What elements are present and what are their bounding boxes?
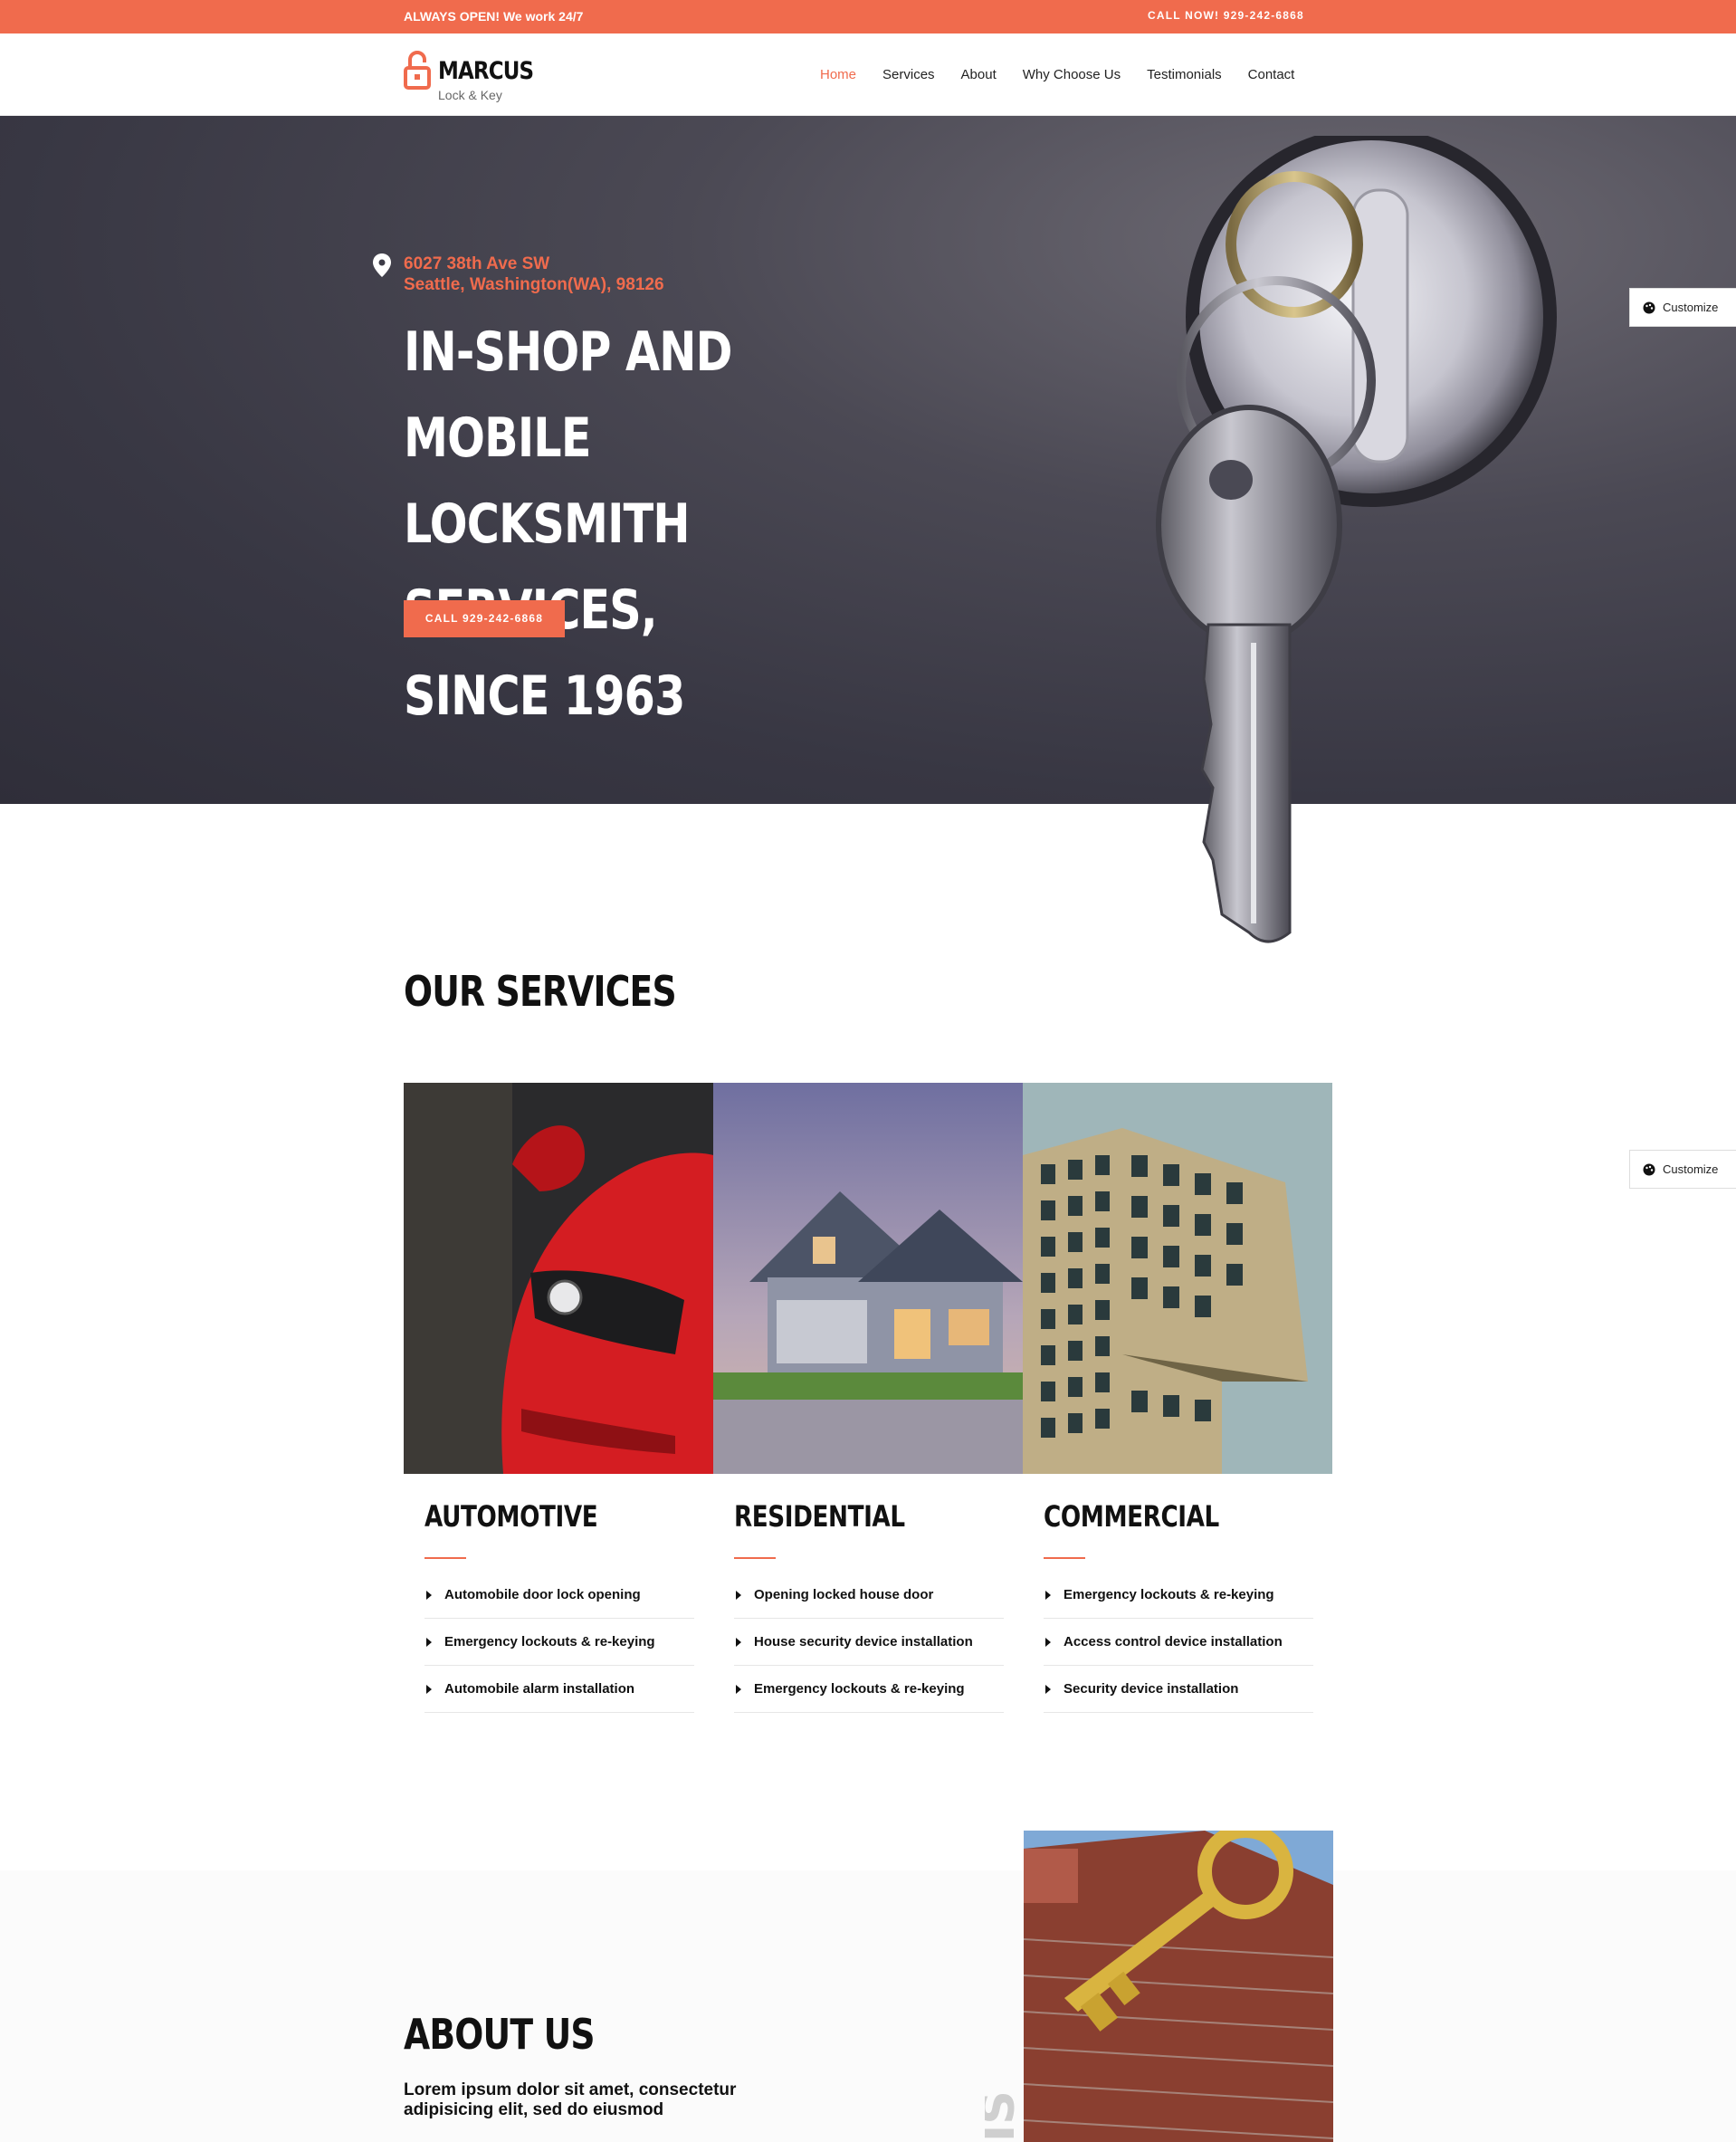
- main-nav: Home Services About Why Choose Us Testim…: [820, 67, 1321, 82]
- headline-line-1: IN-SHOP AND MOBILE: [404, 320, 732, 470]
- list-item-text: Emergency lockouts & re-keying: [444, 1634, 655, 1650]
- golden-key-image: [1024, 1831, 1333, 2142]
- top-bar: ALWAYS OPEN! We work 24/7 CALL NOW! 929-…: [0, 0, 1736, 33]
- about-section: [0, 1870, 1736, 2142]
- call-now-link[interactable]: CALL NOW! 929-242-6868: [1148, 9, 1304, 22]
- customize-label: Customize: [1663, 1162, 1719, 1176]
- logo[interactable]: MARCUS Lock & Key: [404, 46, 539, 104]
- list-item: Emergency lockouts & re-keying: [1044, 1572, 1313, 1619]
- headline-line-3: SINCE 1963: [404, 665, 685, 728]
- nav-services[interactable]: Services: [882, 67, 935, 82]
- nav-why-choose-us[interactable]: Why Choose Us: [1023, 67, 1121, 82]
- list-item-text: Security device installation: [1064, 1681, 1239, 1697]
- bullet-arrow-icon: [426, 1637, 432, 1647]
- bullet-arrow-icon: [1045, 1684, 1051, 1694]
- accent-rule: [424, 1557, 466, 1559]
- list-item: Access control device installation: [1044, 1619, 1313, 1666]
- nav-contact[interactable]: Contact: [1248, 67, 1295, 82]
- service-residential: RESIDENTIAL Opening locked house door Ho…: [734, 1499, 1004, 1713]
- commercial-image: [1023, 1083, 1332, 1474]
- service-commercial: COMMERCIAL Emergency lockouts & re-keyin…: [1044, 1499, 1313, 1713]
- nav-about[interactable]: About: [961, 67, 997, 82]
- list-item-text: Automobile alarm installation: [444, 1681, 635, 1697]
- site-header: MARCUS Lock & Key Home Services About Wh…: [0, 33, 1736, 116]
- accent-rule: [734, 1557, 776, 1559]
- bullet-arrow-icon: [736, 1684, 741, 1694]
- logo-name: MARCUS: [438, 57, 534, 85]
- list-item-text: Emergency lockouts & re-keying: [1064, 1587, 1274, 1602]
- address-line-1: 6027 38th Ave SW: [404, 254, 550, 273]
- list-item: Emergency lockouts & re-keying: [734, 1666, 1004, 1713]
- list-item-text: Access control device installation: [1064, 1634, 1283, 1650]
- customize-label: Customize: [1663, 301, 1719, 314]
- padlock-icon: [404, 51, 431, 90]
- hero-headline: IN-SHOP AND MOBILE LOCKSMITH SERVICES, S…: [404, 310, 819, 740]
- bullet-arrow-icon: [736, 1590, 741, 1600]
- about-title: ABOUT US: [404, 2010, 596, 2059]
- list-item-text: Emergency lockouts & re-keying: [754, 1681, 965, 1697]
- bullet-arrow-icon: [1045, 1637, 1051, 1647]
- services-title: OUR SERVICES: [404, 967, 677, 1016]
- hero-address: 6027 38th Ave SW Seattle, Washington(WA)…: [404, 253, 664, 295]
- list-item: Automobile alarm installation: [424, 1666, 694, 1713]
- bullet-arrow-icon: [426, 1684, 432, 1694]
- location-pin-icon: [373, 253, 391, 277]
- nav-testimonials[interactable]: Testimonials: [1147, 67, 1222, 82]
- list-item: Automobile door lock opening: [424, 1572, 694, 1619]
- service-title: AUTOMOTIVE: [424, 1499, 598, 1534]
- palette-icon: [1643, 1163, 1655, 1175]
- bullet-arrow-icon: [1045, 1590, 1051, 1600]
- logo-subtitle: Lock & Key: [438, 88, 502, 102]
- nav-home[interactable]: Home: [820, 67, 856, 82]
- bullet-arrow-icon: [426, 1590, 432, 1600]
- hero-call-button[interactable]: CALL 929-242-6868: [404, 600, 565, 637]
- residential-image: [713, 1083, 1023, 1474]
- accent-rule: [1044, 1557, 1085, 1559]
- list-item: Security device installation: [1044, 1666, 1313, 1713]
- service-title: RESIDENTIAL: [734, 1499, 905, 1534]
- customize-button-1[interactable]: Customize: [1629, 288, 1736, 327]
- list-item-text: House security device installation: [754, 1634, 973, 1650]
- about-intro: Lorem ipsum dolor sit amet, consectetur …: [404, 2080, 737, 2119]
- service-automotive: AUTOMOTIVE Automobile door lock opening …: [424, 1499, 694, 1713]
- address-line-2: Seattle, Washington(WA), 98126: [404, 275, 664, 294]
- list-item: Emergency lockouts & re-keying: [424, 1619, 694, 1666]
- list-item: House security device installation: [734, 1619, 1004, 1666]
- list-item-text: Opening locked house door: [754, 1587, 934, 1602]
- list-item-text: Automobile door lock opening: [444, 1587, 641, 1602]
- list-item: Opening locked house door: [734, 1572, 1004, 1619]
- key-in-lock-image: [1156, 136, 1557, 943]
- always-open-text: ALWAYS OPEN! We work 24/7: [404, 9, 584, 24]
- palette-icon: [1643, 301, 1655, 313]
- decorative-vertical-text: IS: [985, 2073, 1021, 2142]
- svg-text:IS: IS: [985, 2090, 1021, 2142]
- customize-button-2[interactable]: Customize: [1629, 1150, 1736, 1189]
- automotive-image: [404, 1083, 713, 1474]
- bullet-arrow-icon: [736, 1637, 741, 1647]
- service-title: COMMERCIAL: [1044, 1499, 1219, 1534]
